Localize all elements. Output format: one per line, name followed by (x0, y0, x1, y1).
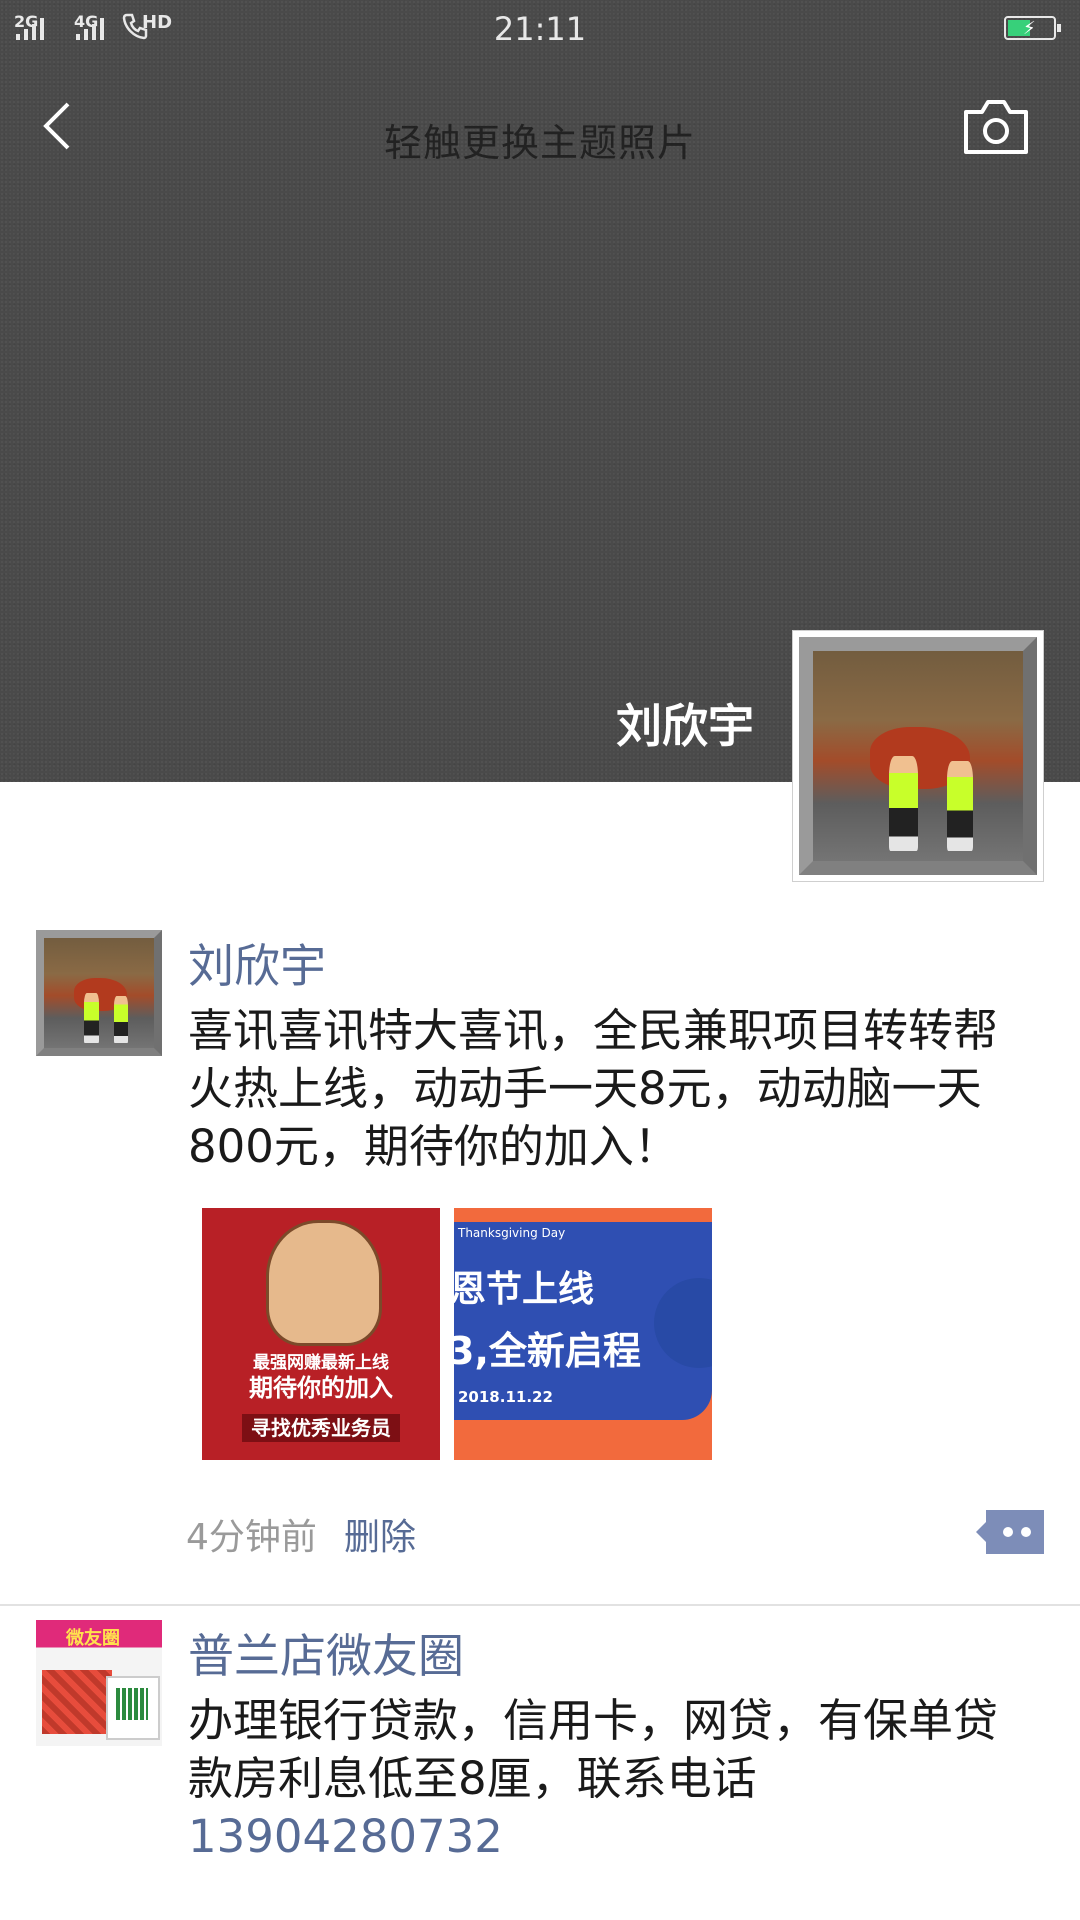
image-2-date: 2018.11.22 (458, 1388, 553, 1406)
post-image-1[interactable]: 最强网赚最新上线 期待你的加入 寻找优秀业务员 (198, 1208, 440, 1460)
post-author-name[interactable]: 普兰店微友圈 (188, 1620, 464, 1686)
post-author-avatar[interactable] (36, 930, 162, 1056)
camera-button[interactable] (962, 98, 1030, 156)
status-bar: 2G 4G HD 21:11 ⚡ (0, 0, 1080, 56)
status-time: 21:11 (493, 10, 587, 48)
image-2-line-1: 恩节上线 (454, 1269, 595, 1310)
moment-post: 刘欣宇 喜讯喜讯特大喜讯，全民兼职项目转转帮火热上线，动动手一天8元，动动脑一天… (0, 930, 1080, 1606)
post-text-body: 办理银行贷款，信用卡，网贷，有保单贷款房利息低至8厘，联系电话 (188, 1694, 999, 1805)
phone-number-link[interactable]: 13904280732 (188, 1808, 1038, 1866)
profile-avatar[interactable] (792, 630, 1044, 882)
pointing-hand-graphic (266, 1220, 382, 1346)
battery-icon: ⚡ (1004, 16, 1061, 40)
profile-name: 刘欣宇 (616, 699, 754, 753)
moment-post: 微友圈 普兰店微友圈 办理银行贷款，信用卡，网贷，有保单贷款房利息低至8厘，联系… (0, 1620, 1080, 1920)
avatar-photo (36, 930, 162, 1056)
image-2-small-text: Thanksgiving Day (458, 1226, 566, 1240)
post-image-2[interactable]: Thanksgiving Day 恩节上线 3,全新启程 2018.11.22 (454, 1208, 712, 1460)
change-cover-hint[interactable]: 轻触更换主题照片 (0, 112, 1080, 167)
image-2-line-2: 3,全新启程 (454, 1329, 641, 1373)
post-author-avatar[interactable]: 微友圈 (36, 1620, 162, 1746)
avatar-photo (799, 637, 1037, 875)
post-timestamp: 4分钟前 (186, 1517, 317, 1558)
avatar-tag-text: 微友圈 (66, 1628, 120, 1649)
image-1-line-3: 寻找优秀业务员 (242, 1414, 400, 1442)
comment-more-button[interactable] (976, 1510, 1044, 1554)
delete-button[interactable]: 删除 (344, 1508, 416, 1560)
post-text: 喜讯喜讯特大喜讯，全民兼职项目转转帮火热上线，动动手一天8元，动动脑一天800元… (188, 1004, 999, 1173)
post-author-name[interactable]: 刘欣宇 (188, 930, 326, 996)
camera-icon (964, 100, 1028, 154)
post-text: 办理银行贷款，信用卡，网贷，有保单贷款房利息低至8厘，联系电话 13904280… (188, 1692, 1038, 1866)
image-1-line-2: 期待你的加入 (249, 1374, 393, 1402)
comment-more-icon (976, 1510, 1044, 1554)
